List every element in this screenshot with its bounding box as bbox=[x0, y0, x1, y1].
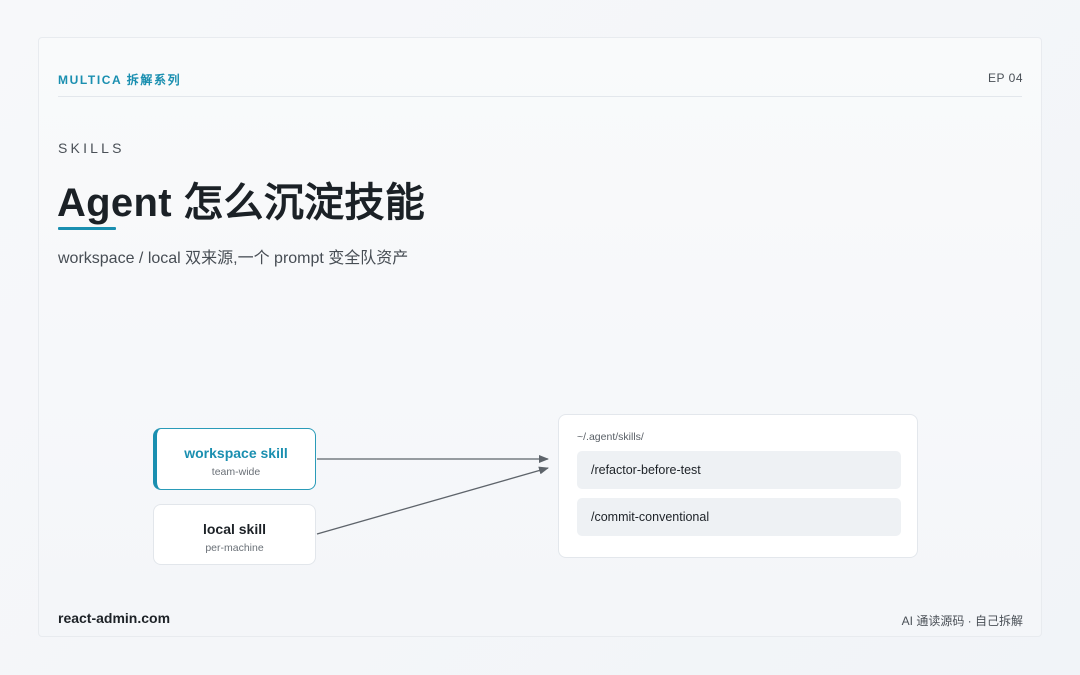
local-skill-name: local skill bbox=[202, 521, 267, 537]
page-title: Agent 怎么沉淀技能 bbox=[57, 181, 426, 225]
skill-item-commit-conventional: /commit-conventional bbox=[577, 498, 901, 536]
footer-tagline: AI 通读源码 · 自己拆解 bbox=[901, 614, 1023, 628]
title-underline bbox=[58, 227, 116, 230]
episode-label: EP 04 bbox=[988, 71, 1023, 85]
workspace-skill-name: workspace skill bbox=[184, 445, 288, 461]
skills-directory-panel: ~/.agent/skills/ /refactor-before-test /… bbox=[558, 414, 918, 558]
page-subtitle: workspace / local 双来源,一个 prompt 变全队资产 bbox=[58, 250, 409, 267]
series-label: MULTICA 拆解系列 bbox=[58, 73, 182, 87]
footer-site: react-admin.com bbox=[58, 610, 171, 626]
workspace-skill-node: workspace skill team-wide bbox=[153, 428, 316, 490]
section-eyebrow: SKILLS bbox=[58, 140, 125, 156]
skills-directory-path: ~/.agent/skills/ bbox=[577, 431, 644, 443]
local-skill-node: local skill per-machine bbox=[153, 504, 316, 565]
skill-item-refactor-before-test: /refactor-before-test bbox=[577, 451, 901, 489]
local-skill-scope: per-machine bbox=[205, 542, 264, 554]
header-divider bbox=[58, 96, 1022, 97]
workspace-skill-scope: team-wide bbox=[211, 466, 261, 478]
